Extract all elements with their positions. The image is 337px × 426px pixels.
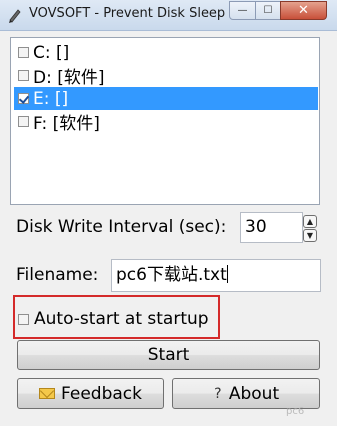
drive-list[interactable]: C: [] D: [软件] E: [] F: [软件] — [10, 37, 320, 205]
drive-checkbox[interactable] — [18, 93, 29, 104]
filename-value: pc6下载站.txt — [116, 265, 227, 285]
drive-item-c[interactable]: C: [] — [14, 41, 318, 64]
minimize-button[interactable]: — — [229, 1, 256, 20]
drive-label: E: [] — [33, 88, 69, 109]
interval-input[interactable]: 30 — [240, 212, 303, 243]
drive-checkbox[interactable] — [18, 47, 29, 58]
watermark-logo: pc6 — [286, 406, 305, 417]
start-button[interactable]: Start — [17, 340, 320, 370]
filename-input[interactable]: pc6下载站.txt — [111, 259, 321, 292]
autostart-checkbox[interactable] — [18, 313, 29, 325]
about-button[interactable]: ? About — [172, 378, 320, 409]
window-title: VOVSOFT - Prevent Disk Sleep — [29, 6, 226, 21]
spin-up-button[interactable]: ▲ — [303, 215, 317, 228]
filename-label: Filename: — [16, 265, 99, 285]
start-label: Start — [147, 345, 190, 365]
maximize-button[interactable]: ☐ — [255, 1, 281, 20]
about-label: About — [228, 383, 280, 404]
drive-label: C: [] — [33, 42, 70, 63]
close-button[interactable]: ✕ — [280, 1, 327, 20]
envelope-icon — [39, 388, 56, 399]
pen-icon — [9, 9, 21, 23]
interval-label: Disk Write Interval (sec): — [16, 217, 227, 237]
app-window: VOVSOFT - Prevent Disk Sleep — ☐ ✕ C: []… — [0, 0, 337, 426]
feedback-button[interactable]: Feedback — [17, 378, 164, 409]
help-icon: ? — [214, 385, 222, 402]
arrow-up-icon: ▲ — [306, 217, 314, 226]
close-icon: ✕ — [298, 3, 309, 18]
drive-label: F: [软件] — [33, 114, 100, 134]
drive-label: D: [软件] — [33, 68, 105, 88]
spin-down-button[interactable]: ▼ — [303, 229, 317, 242]
autostart-option[interactable]: Auto-start at startup — [18, 309, 209, 329]
drive-item-f[interactable]: F: [软件] — [14, 110, 318, 134]
drive-item-d[interactable]: D: [软件] — [14, 64, 318, 88]
autostart-label: Auto-start at startup — [34, 309, 209, 329]
feedback-label: Feedback — [61, 383, 142, 404]
arrow-down-icon: ▼ — [306, 231, 314, 240]
drive-checkbox[interactable] — [18, 116, 29, 127]
maximize-icon: ☐ — [263, 5, 273, 16]
text-caret — [226, 265, 228, 283]
minimize-icon: — — [237, 5, 248, 16]
title-bar[interactable]: VOVSOFT - Prevent Disk Sleep — ☐ ✕ — [0, 0, 337, 31]
drive-checkbox[interactable] — [18, 70, 29, 81]
drive-item-e[interactable]: E: [] — [14, 87, 318, 110]
